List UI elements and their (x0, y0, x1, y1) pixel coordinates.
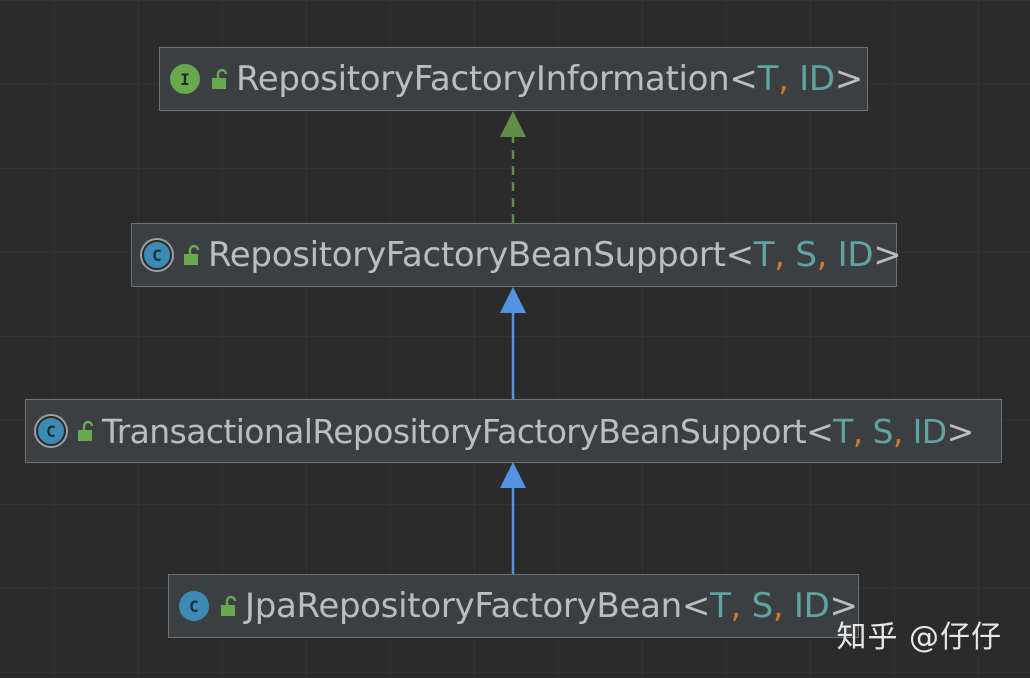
comma: , (773, 586, 784, 626)
class-name: JpaRepositoryFactoryBean (245, 586, 682, 626)
type-param: S (752, 586, 773, 626)
interface-icon: I (170, 64, 200, 94)
node-jpa-repository-factory-bean[interactable]: C JpaRepositoryFactoryBean<T, S, ID> (168, 574, 859, 638)
node-transactional-repository-factory-bean-support[interactable]: C TransactionalRepositoryFactoryBeanSupp… (25, 399, 1002, 463)
type-param: T (710, 586, 730, 626)
type-param: ID (913, 412, 947, 451)
comma: , (893, 412, 903, 451)
class-label: RepositoryFactoryBeanSupport<T, S, ID> (208, 235, 901, 275)
type-param: T (833, 412, 853, 451)
type-param: ID (794, 586, 830, 626)
comma: , (774, 235, 785, 275)
type-param: S (873, 412, 893, 451)
comma: , (778, 59, 789, 99)
class-label: JpaRepositoryFactoryBean<T, S, ID> (245, 586, 858, 626)
public-lock-icon (76, 420, 96, 442)
generic-open: < (682, 586, 710, 626)
generic-close: > (873, 235, 901, 275)
comma: , (817, 235, 828, 275)
class-label: RepositoryFactoryInformation<T, ID> (236, 59, 863, 99)
implements-arrow-head (500, 111, 526, 137)
class-name: RepositoryFactoryBeanSupport (208, 235, 726, 275)
type-param: T (754, 235, 774, 275)
type-param: T (758, 59, 778, 99)
class-label: TransactionalRepositoryFactoryBeanSuppor… (102, 412, 974, 451)
public-lock-icon (182, 244, 202, 266)
class-name: TransactionalRepositoryFactoryBeanSuppor… (102, 412, 806, 451)
generic-close: > (947, 412, 974, 451)
extends-arrow-head-1 (500, 287, 526, 313)
public-lock-icon (210, 68, 230, 90)
generic-open: < (726, 235, 754, 275)
node-repository-factory-bean-support[interactable]: C RepositoryFactoryBeanSupport<T, S, ID> (131, 223, 897, 287)
abstract-class-icon: C (36, 416, 66, 446)
class-icon: C (179, 591, 209, 621)
comma: , (731, 586, 742, 626)
type-param: S (795, 235, 816, 275)
generic-open: < (729, 59, 757, 99)
node-repository-factory-information[interactable]: I RepositoryFactoryInformation<T, ID> (159, 47, 868, 111)
generic-close: > (835, 59, 863, 99)
comma: , (853, 412, 863, 451)
generic-open: < (806, 412, 833, 451)
type-param: ID (838, 235, 874, 275)
class-name: RepositoryFactoryInformation (236, 59, 729, 99)
extends-arrow-head-2 (500, 462, 526, 488)
type-param: ID (799, 59, 835, 99)
watermark: 知乎 @仔仔 (836, 612, 1002, 656)
public-lock-icon (219, 595, 239, 617)
abstract-class-icon: C (142, 240, 172, 270)
